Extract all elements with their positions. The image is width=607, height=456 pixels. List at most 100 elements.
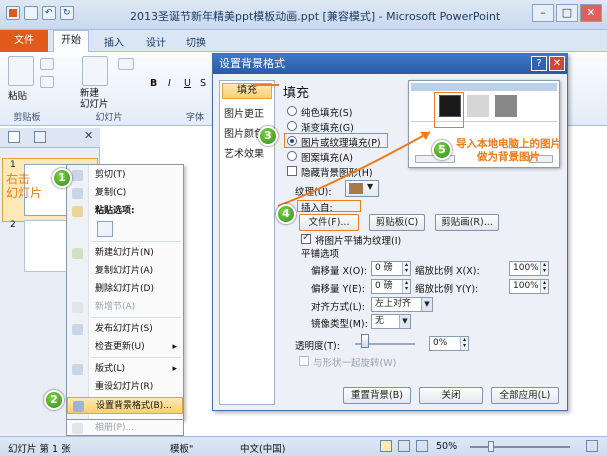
close-window-button[interactable]: ✕ xyxy=(580,4,602,22)
undo-icon[interactable]: ↶ xyxy=(42,6,56,20)
scale-y-input[interactable]: 100% ▴ ▾ xyxy=(509,279,549,294)
tab-file[interactable]: 文件 xyxy=(0,30,48,52)
save-icon[interactable] xyxy=(24,6,38,20)
dialog-close-button[interactable]: ✕ xyxy=(549,56,565,71)
menu-new-slide[interactable]: 新建幻灯片(N) xyxy=(67,245,183,262)
cut-icon[interactable] xyxy=(40,58,54,70)
context-menu: 剪切(T) 复制(C) 粘贴选项: 新建幻灯片(N) 复制幻灯片(A) 删除幻灯… xyxy=(66,164,184,420)
menu-separator xyxy=(91,317,181,318)
submenu-arrow-icon: ▸ xyxy=(172,342,177,352)
outline-tab-icon[interactable] xyxy=(34,131,46,143)
bold-button[interactable]: B xyxy=(150,78,157,89)
offset-y-input[interactable]: 0 磅 ▴ ▾ xyxy=(371,279,411,294)
alignment-value: 左上对齐 xyxy=(375,299,412,309)
step-badge-3: 3 xyxy=(258,126,278,146)
menu-check-updates-label: 检查更新(U) xyxy=(95,342,145,352)
minimize-button[interactable]: – xyxy=(532,4,554,22)
tile-checkbox[interactable] xyxy=(301,232,311,244)
slide-sorter-icon[interactable] xyxy=(398,440,410,452)
italic-button[interactable]: I xyxy=(168,78,171,89)
radio-solid-fill-label: 纯色填充(S) xyxy=(301,108,353,119)
menu-publish-slides[interactable]: 发布幻灯片(S) xyxy=(67,321,183,338)
close-pane-icon[interactable]: ✕ xyxy=(84,129,93,142)
preview-titlebar xyxy=(411,83,557,91)
menu-delete-label: 删除幻灯片(D) xyxy=(95,284,154,294)
paste-option-icon[interactable] xyxy=(97,221,113,237)
spinner-icon[interactable]: ▴ ▾ xyxy=(460,337,468,350)
fit-window-icon[interactable] xyxy=(586,440,598,452)
status-theme: 模板" xyxy=(170,444,194,455)
menu-copy[interactable]: 复制(C) xyxy=(67,185,183,202)
tab-transitions[interactable]: 切换 xyxy=(186,34,206,49)
transparency-value: 0% xyxy=(433,338,448,348)
menu-layout[interactable]: 版式(L) ▸ xyxy=(67,361,183,378)
slides-tab-icon[interactable] xyxy=(8,131,20,143)
maximize-button[interactable]: □ xyxy=(556,4,578,22)
new-slide-label: 新建 幻灯片 xyxy=(80,88,109,110)
radio-solid-fill[interactable] xyxy=(287,106,297,116)
spinner-icon[interactable]: ▴ ▾ xyxy=(402,262,410,275)
tab-design[interactable]: 设计 xyxy=(146,34,166,49)
close-button[interactable]: 关闭 xyxy=(419,387,483,404)
spinner-icon[interactable]: ▴ ▾ xyxy=(540,262,548,275)
mirror-label: 镜像类型(M): xyxy=(311,319,368,330)
chevron-down-icon: ▼ xyxy=(421,298,432,311)
new-slide-icon xyxy=(72,248,83,259)
nav-pointer-arrow xyxy=(253,84,279,86)
slide-number-1: 1 xyxy=(10,160,16,170)
nav-artistic-effects[interactable]: 艺术效果 xyxy=(224,145,264,160)
scissors-icon xyxy=(72,170,83,181)
menu-delete-slide[interactable]: 删除幻灯片(D) xyxy=(67,281,183,298)
normal-view-icon[interactable] xyxy=(380,440,392,452)
zoom-slider-thumb[interactable] xyxy=(488,441,494,452)
menu-add-section: 新增节(A) xyxy=(67,299,183,316)
spinner-icon[interactable]: ▴ ▾ xyxy=(540,280,548,293)
zoom-slider[interactable] xyxy=(470,446,570,448)
menu-format-background[interactable]: 设置背景格式(B)... xyxy=(67,397,183,414)
transparency-slider-thumb[interactable] xyxy=(361,334,369,348)
background-icon xyxy=(73,401,84,412)
offset-x-label: 偏移量 X(O): xyxy=(311,266,368,277)
reset-background-button[interactable]: 重置背景(B) xyxy=(343,387,411,404)
alignment-select[interactable]: 左上对齐 ▼ xyxy=(371,297,433,312)
powerpoint-app-icon[interactable] xyxy=(6,6,20,20)
group-slides: 幻灯片 xyxy=(95,113,123,123)
import-annotation: 导入本地电脑上的图片 做为背景图片 xyxy=(456,138,561,163)
menu-duplicate-label: 复制幻灯片(A) xyxy=(95,266,154,276)
underline-button[interactable]: U xyxy=(184,78,191,89)
tab-home[interactable]: 开始 xyxy=(53,30,89,52)
fill-heading: 填充 xyxy=(283,86,310,101)
menu-reset-slide[interactable]: 重设幻灯片(R) xyxy=(67,379,183,396)
scale-y-value: 100% xyxy=(513,281,539,291)
dialog-title: 设置背景格式 xyxy=(213,54,567,74)
status-bar: 幻灯片 第 1 张 模板" 中文(中国) 50% xyxy=(0,436,607,456)
mirror-select[interactable]: 无 ▼ xyxy=(371,314,411,329)
scale-x-input[interactable]: 100% ▴ ▾ xyxy=(509,261,549,276)
redo-icon[interactable]: ↻ xyxy=(60,6,74,20)
right-click-annotation: 右击 幻灯片 xyxy=(6,172,43,200)
chevron-down-icon: ▼ xyxy=(399,315,410,328)
layout-icon[interactable] xyxy=(118,58,134,70)
spinner-icon[interactable]: ▴ ▾ xyxy=(402,280,410,293)
menu-publish-label: 发布幻灯片(S) xyxy=(95,324,153,334)
paste-icon[interactable] xyxy=(8,56,34,86)
shadow-button[interactable]: S xyxy=(200,78,206,89)
nav-picture-corrections[interactable]: 图片更正 xyxy=(224,105,264,120)
tile-checkbox-label: 将图片平铺为纹理(I) xyxy=(315,236,402,247)
reading-view-icon[interactable] xyxy=(416,440,428,452)
copy-icon[interactable] xyxy=(40,76,54,88)
menu-check-updates[interactable]: 检查更新(U) ▸ xyxy=(67,339,183,356)
help-button[interactable]: ? xyxy=(531,56,547,71)
new-slide-icon[interactable] xyxy=(82,56,108,86)
menu-format-background-label: 设置背景格式(B)... xyxy=(96,401,172,411)
tab-insert[interactable]: 插入 xyxy=(104,34,124,49)
menu-duplicate-slide[interactable]: 复制幻灯片(A) xyxy=(67,263,183,280)
scale-x-value: 100% xyxy=(513,263,539,273)
apply-to-all-button[interactable]: 全部应用(L) xyxy=(491,387,559,404)
offset-y-value: 0 磅 xyxy=(375,281,393,291)
menu-cut[interactable]: 剪切(T) xyxy=(67,167,183,184)
menu-reset-label: 重设幻灯片(R) xyxy=(95,382,154,392)
menu-separator xyxy=(91,357,181,358)
offset-x-input[interactable]: 0 磅 ▴ ▾ xyxy=(371,261,411,276)
transparency-input[interactable]: 0% ▴ ▾ xyxy=(429,336,469,351)
